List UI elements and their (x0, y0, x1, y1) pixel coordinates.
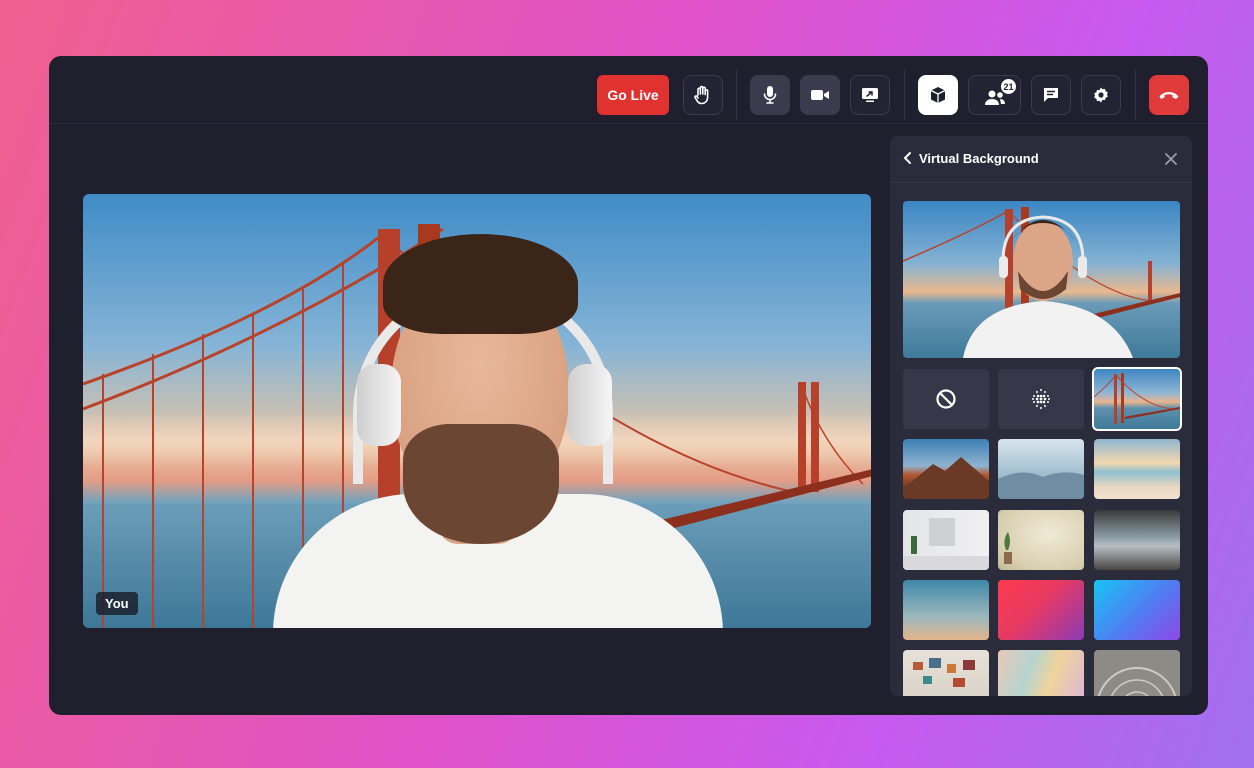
virtual-background-button[interactable] (918, 75, 958, 115)
background-option-photo-wall[interactable] (903, 650, 989, 696)
background-preview (903, 201, 1180, 358)
background-option-pastel-mural[interactable] (998, 650, 1084, 696)
dome-thumbnail (1097, 667, 1177, 696)
background-option-beige-wall-plant[interactable] (998, 510, 1084, 570)
camera-icon (811, 90, 829, 100)
screen-share-button[interactable] (850, 75, 890, 115)
misty-hills-thumbnail (998, 472, 1084, 499)
panel-header: Virtual Background (890, 136, 1192, 183)
white-room-thumbnail (903, 518, 989, 570)
close-icon[interactable] (1164, 152, 1178, 166)
chat-button[interactable] (1031, 75, 1071, 115)
microphone-icon (763, 86, 777, 104)
background-option-white-room[interactable] (903, 510, 989, 570)
background-option-golden-gate[interactable] (1092, 367, 1182, 431)
self-video: You (83, 194, 871, 628)
microphone-button[interactable] (750, 75, 790, 115)
meeting-window: Go Live 21 You Virtual Background (49, 56, 1208, 715)
end-call-icon (1159, 92, 1179, 99)
go-live-button[interactable]: Go Live (597, 75, 669, 115)
virtual-background-panel: Virtual Background (890, 136, 1192, 696)
mountain-thumbnail (903, 457, 989, 499)
background-option-misty-hills[interactable] (998, 439, 1084, 499)
participants-count-badge: 21 (1001, 79, 1016, 94)
back-chevron-icon[interactable] (903, 151, 913, 165)
raise-hand-button[interactable] (683, 75, 723, 115)
toolbar-divider (904, 70, 905, 120)
chat-icon (1044, 88, 1058, 102)
person-beard (403, 424, 559, 544)
background-option-blue-gradient[interactable] (903, 580, 989, 640)
camera-button[interactable] (800, 75, 840, 115)
background-option-mountain-peak[interactable] (903, 439, 989, 499)
golden-gate-thumbnail (1094, 373, 1180, 424)
settings-button[interactable] (1081, 75, 1121, 115)
blur-icon (1032, 389, 1050, 409)
toolbar-divider (1135, 70, 1136, 120)
person-hair (383, 234, 578, 334)
no-background-icon (936, 389, 956, 409)
settings-icon (1094, 87, 1108, 103)
photo-wall-thumbnail (913, 658, 975, 687)
background-option-beach-sunset[interactable] (1094, 439, 1180, 499)
screen-share-icon (862, 88, 878, 102)
background-option-office-interior[interactable] (1094, 510, 1180, 570)
preview-bridge-graphic (903, 207, 1180, 358)
headphone-right-earcup (568, 364, 612, 446)
background-option-dome-ceiling[interactable] (1094, 650, 1180, 696)
self-name-label: You (96, 592, 138, 615)
toolbar-divider (736, 70, 737, 120)
background-option-none[interactable] (903, 369, 989, 429)
end-call-button[interactable] (1149, 75, 1189, 115)
background-option-cyan-violet-gradient[interactable] (1094, 580, 1180, 640)
virtual-background-icon (930, 87, 946, 103)
background-option-blur[interactable] (998, 369, 1084, 429)
plant-thumbnail (1004, 532, 1012, 564)
headphone-left-earcup (357, 364, 401, 446)
participants-button[interactable]: 21 (968, 75, 1021, 115)
toolbar: Go Live 21 (49, 56, 1208, 124)
background-option-red-purple-gradient[interactable] (998, 580, 1084, 640)
panel-title: Virtual Background (919, 151, 1039, 166)
raise-hand-icon (694, 85, 709, 105)
